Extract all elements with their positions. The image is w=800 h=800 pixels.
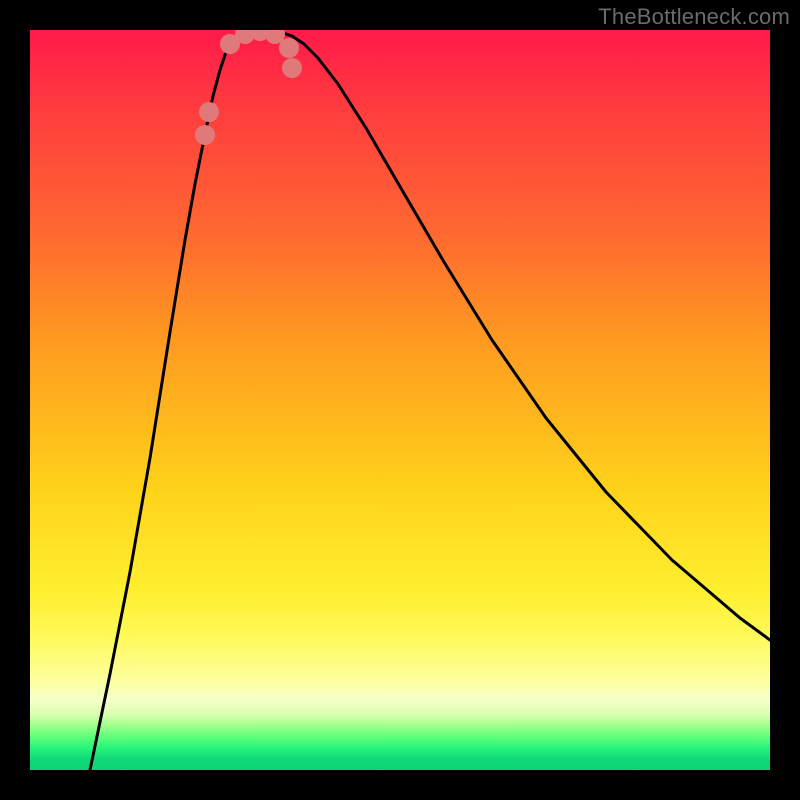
hotspot-markers: [195, 30, 302, 145]
chart-frame: TheBottleneck.com: [0, 0, 800, 800]
hotspot-marker: [282, 58, 302, 78]
hotspot-marker: [199, 102, 219, 122]
watermark-text: TheBottleneck.com: [598, 4, 790, 30]
hotspot-marker: [195, 125, 215, 145]
plot-area: [30, 30, 770, 770]
hotspot-marker: [279, 38, 299, 58]
bottleneck-curve: [90, 30, 770, 770]
curve-layer: [30, 30, 770, 770]
